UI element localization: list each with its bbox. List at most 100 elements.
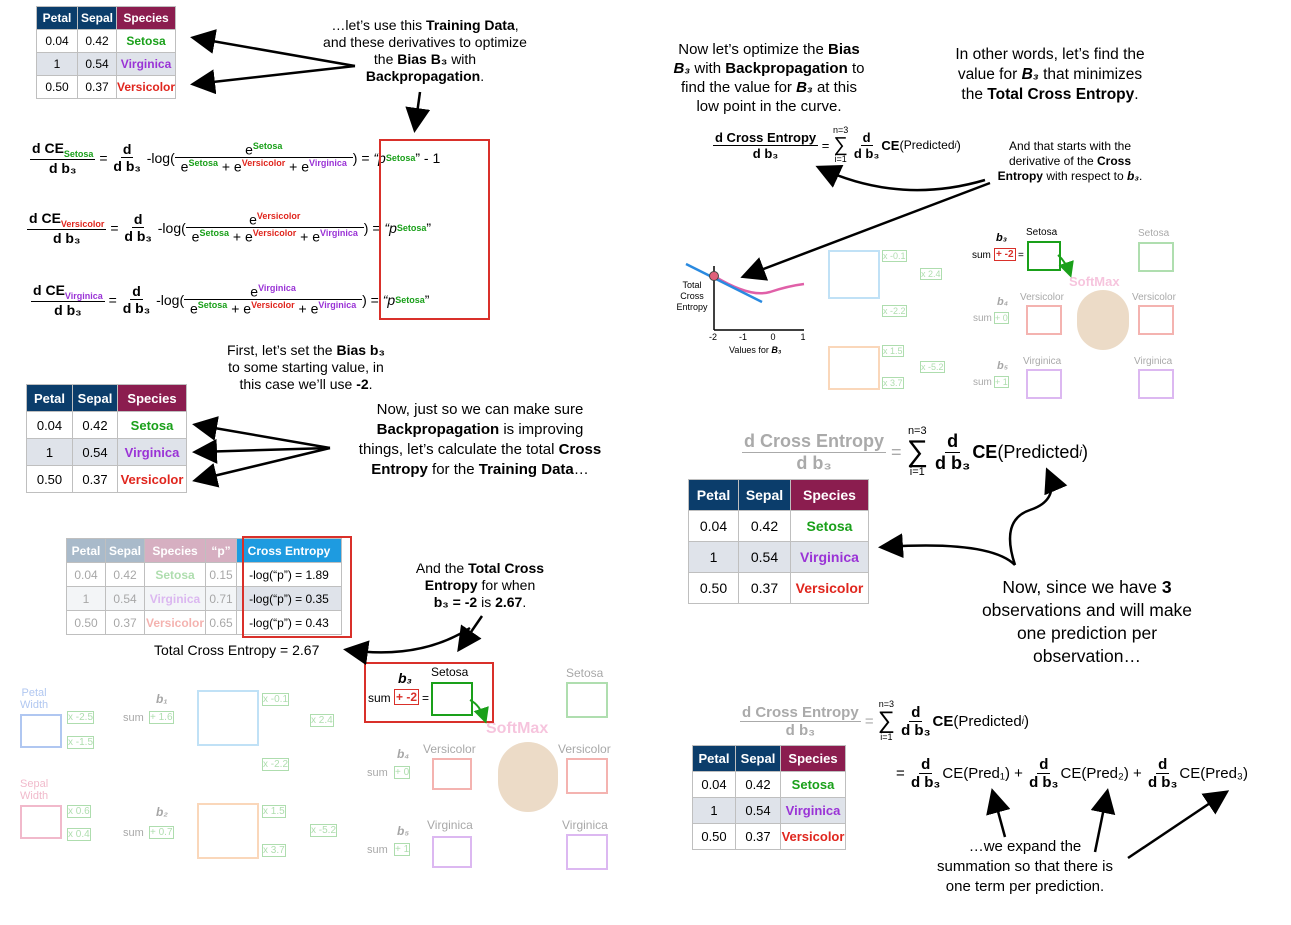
- table-row: 0.50 0.37 Versicolor: [692, 823, 846, 850]
- cell: 1: [66, 586, 106, 611]
- cell: 0.37: [105, 610, 145, 635]
- col-sepal: Sepal: [735, 745, 781, 772]
- now-text: Now, just so we can make sure Backpropag…: [358, 401, 602, 478]
- since-text: Now, since we have 3 observations and wi…: [981, 577, 1193, 666]
- weight-label: x 2.4: [310, 714, 334, 727]
- cell: 0.42: [105, 562, 145, 587]
- setosa-node-top: [1027, 241, 1061, 271]
- cell: 0.54: [77, 52, 117, 76]
- tick-label: -1: [739, 332, 747, 342]
- bias-label: + 1.6: [149, 711, 174, 724]
- col-p: “p”: [205, 538, 237, 563]
- expanded-formula-line1: d Cross Entropy d b₃ = n=3 ∑ i=1 dd b₃ CE(P…: [740, 699, 1029, 742]
- tick-label: 1: [800, 332, 805, 342]
- arrow: [986, 788, 1011, 838]
- setosa-node: [431, 682, 473, 716]
- b1-label: b₁: [156, 692, 168, 706]
- neural-network-bottom: Petal Width Sepal Width x -2.5 x -1.5 x …: [20, 662, 620, 872]
- arrow: [343, 626, 471, 666]
- table-row: 0.04 0.42 Setosa: [688, 510, 869, 542]
- versicolor-node: [1026, 305, 1062, 335]
- cell: 1: [26, 438, 73, 466]
- cell: Virginica: [790, 541, 869, 573]
- teddy-bear-icon: [1077, 290, 1129, 350]
- virginica-node: [432, 836, 472, 868]
- cell: Virginica: [115, 52, 177, 76]
- cell: 0.54: [105, 586, 145, 611]
- cell: 0.50: [26, 465, 73, 493]
- sum-label: sum: [973, 313, 992, 324]
- cell: 0.71: [205, 586, 237, 611]
- cell: 0.42: [77, 29, 117, 53]
- softmax-label: SoftMax: [486, 720, 549, 737]
- sum-label: sum: [367, 767, 388, 779]
- output-label-setosa: Setosa: [1138, 228, 1170, 239]
- virginica-node: [1026, 369, 1062, 399]
- table-row: 0.04 0.42 Setosa: [36, 29, 177, 53]
- output-label-virginica: Virginica: [1134, 356, 1173, 367]
- weight-label: x -0.1: [262, 693, 290, 706]
- table-row: 1 0.54 Virginica: [36, 52, 177, 76]
- cell: 0.42: [735, 771, 781, 798]
- sum-label: sum: [123, 827, 144, 839]
- petal-width-label: Petal Width: [20, 687, 49, 711]
- softmax-label: SoftMax: [1069, 274, 1120, 289]
- cell: Setosa: [144, 562, 206, 587]
- tick-label: -2: [709, 332, 717, 342]
- setosa-label-top: Setosa: [1026, 227, 1058, 238]
- b4-label: b₄: [397, 747, 410, 761]
- col-sepal: Sepal: [77, 6, 117, 30]
- col-sepal: Sepal: [738, 479, 791, 511]
- weight-label: x 0.6: [67, 805, 91, 818]
- training-table-right: Petal Sepal Species 0.04 0.42 Setosa 1 0.54…: [688, 479, 869, 604]
- col-petal: Petal: [36, 6, 78, 30]
- arrow: [192, 446, 331, 488]
- arrow: [1127, 790, 1230, 860]
- y-label: Total: [682, 280, 701, 290]
- sepal-input-node: [20, 805, 62, 839]
- cell: Setosa: [115, 29, 177, 53]
- class-label-versicolor: Versicolor: [1020, 292, 1064, 303]
- sum-label: sum: [973, 377, 992, 388]
- output-label-versicolor: Versicolor: [1132, 292, 1176, 303]
- output-label-setosa: Setosa: [566, 666, 604, 680]
- activation-node-2: [828, 346, 880, 390]
- col-species: Species: [780, 745, 846, 772]
- output-node-virginica: [1138, 369, 1174, 399]
- cell: Virginica: [144, 586, 206, 611]
- y-label: Entropy: [676, 302, 708, 312]
- col-species: Species: [790, 479, 869, 511]
- weight-label: x 3.7: [262, 844, 286, 857]
- col-sepal: Sepal: [72, 384, 118, 412]
- big-derivative-formula: d Cross Entropy d b₃ = n=3 ∑ i=1 dd b₃ CE(P…: [742, 425, 1089, 478]
- cell: 0.54: [738, 541, 791, 573]
- weight-label: x 2.4: [920, 268, 942, 280]
- cell: 0.04: [66, 562, 106, 587]
- cell: 0.54: [72, 438, 118, 466]
- small-derivative-formula: d Cross Entropy d b₃ = n=3 ∑ i=1 dd b₃ CE(P…: [713, 125, 961, 164]
- table-row: 0.50 0.37 Versicolor: [36, 75, 177, 99]
- table-row: 1 0.54 Virginica: [692, 797, 846, 824]
- col-petal: Petal: [692, 745, 736, 772]
- sum-label: sum: [368, 691, 391, 705]
- output-node-versicolor: [1138, 305, 1174, 335]
- table-row: 0.04 0.42 Setosa: [26, 411, 187, 439]
- training-table-mid: Petal Sepal Species 0.04 0.42 Setosa 1 0.54…: [26, 384, 187, 493]
- output-node-setosa: [566, 682, 608, 718]
- cell: 1: [688, 541, 739, 573]
- cell: 0.04: [692, 771, 736, 798]
- table-row: 0.04 0.42 Setosa: [692, 771, 846, 798]
- cell: 0.42: [72, 411, 118, 439]
- weight-label: x -2.2: [262, 758, 290, 771]
- table-row: 0.50 0.37 Versicolor: [26, 465, 187, 493]
- table-row: 0.50 0.37 Versicolor: [688, 572, 869, 604]
- arrow: [192, 438, 331, 464]
- training-table-top: Petal Sepal Species 0.04 0.42 Setosa 1 0.54…: [36, 6, 177, 99]
- cell: 0.37: [77, 75, 117, 99]
- cell: Setosa: [117, 411, 187, 439]
- bias-label: + 1: [394, 843, 411, 856]
- bias-label: + 0.7: [149, 826, 174, 839]
- cell: 0.15: [205, 562, 237, 587]
- cell: 0.54: [735, 797, 781, 824]
- col-species: Species: [115, 6, 177, 30]
